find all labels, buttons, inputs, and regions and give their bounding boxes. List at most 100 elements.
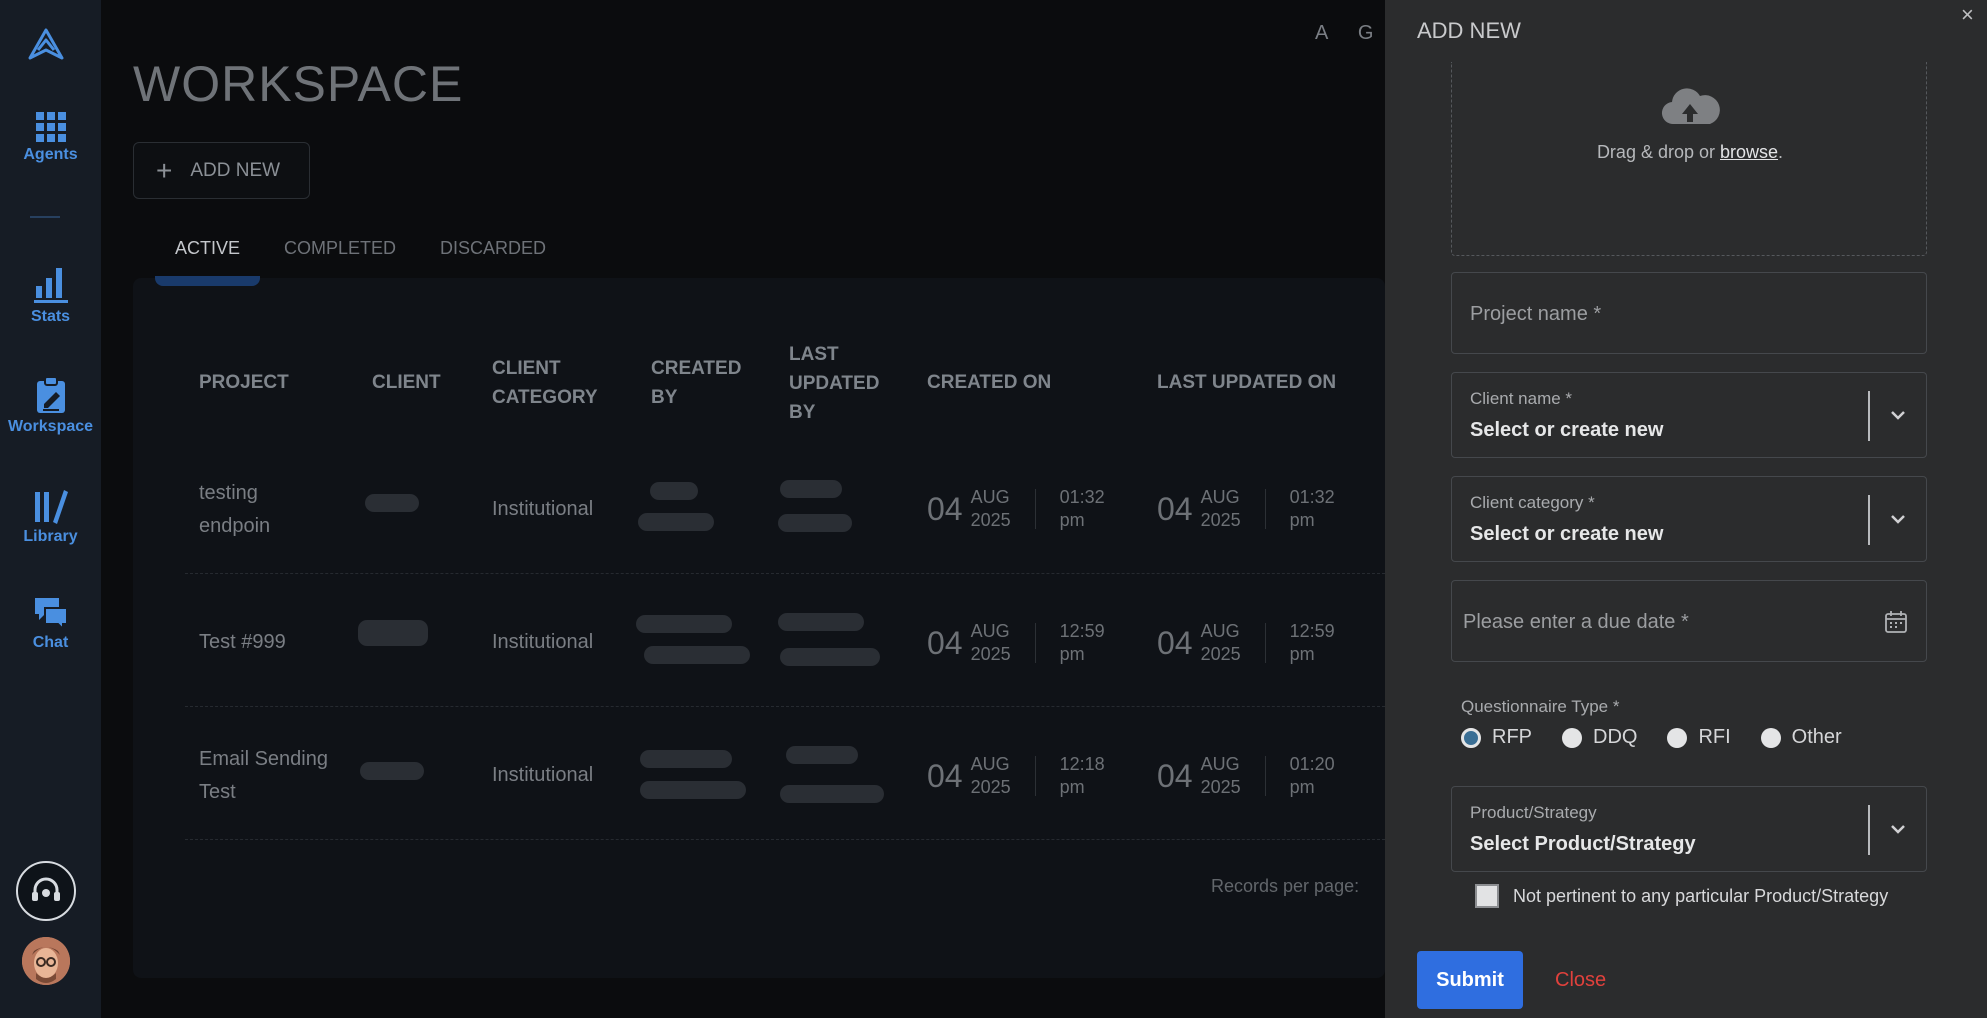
radio-other[interactable]: Other: [1760, 726, 1842, 749]
submit-button[interactable]: Submit: [1417, 951, 1523, 1009]
due-date-input[interactable]: Please enter a due date *: [1451, 580, 1927, 662]
date-ampm: pm: [1289, 777, 1315, 797]
client-name-value: Select or create new: [1470, 419, 1664, 441]
redacted-client: [358, 620, 428, 646]
date-time: 01:32: [1059, 487, 1105, 507]
chevron-down-icon[interactable]: [1888, 819, 1908, 839]
column-header-created-on[interactable]: CREATED ON: [927, 368, 1051, 397]
client-category-select[interactable]: Client category * Select or create new: [1451, 476, 1927, 562]
add-new-label: ADD NEW: [190, 159, 281, 181]
chevron-down-icon[interactable]: [1888, 509, 1908, 529]
calendar-icon[interactable]: [1884, 610, 1908, 634]
date-day: 04: [1157, 490, 1193, 527]
add-new-drawer: ADD NEW × Drag & drop or browse. Project…: [1385, 0, 1987, 1018]
sidebar-item-stats[interactable]: Stats: [0, 266, 101, 326]
date-day: 04: [927, 757, 963, 794]
redacted-created-by: [644, 646, 750, 664]
date-day: 04: [1157, 757, 1193, 794]
questionnaire-type-label: Questionnaire Type *: [1461, 697, 1620, 716]
date-month: AUG: [970, 487, 1010, 507]
date-ampm: pm: [1289, 510, 1315, 530]
radio-icon: [1667, 727, 1688, 748]
dropzone-label: Drag & drop or: [1596, 142, 1720, 162]
tab-active[interactable]: ACTIVE: [175, 238, 240, 259]
not-pertinent-checkbox[interactable]: [1475, 884, 1499, 908]
due-date-placeholder: Please enter a due date *: [1463, 611, 1689, 633]
radio-label: DDQ: [1593, 726, 1638, 748]
bar-chart-icon: [33, 268, 68, 303]
date-year: 2025: [970, 510, 1011, 530]
tab-discarded[interactable]: DISCARDED: [440, 238, 546, 259]
created-on-date: 04 AUG 2025 12:18 pm: [927, 753, 1105, 799]
date-year: 2025: [970, 777, 1011, 797]
redacted-created-by: [650, 482, 698, 500]
sidebar: Agents Stats Workspace Library Chat: [0, 0, 101, 1018]
column-header-project[interactable]: PROJECT: [199, 368, 289, 397]
date-month: AUG: [970, 754, 1010, 774]
avatar[interactable]: [22, 937, 70, 985]
date-day: 04: [927, 624, 963, 661]
redacted-created-by: [636, 615, 732, 633]
project-name-input[interactable]: Project name *: [1451, 272, 1927, 354]
questionnaire-type-radios: RFP DDQ RFI Other: [1461, 726, 1872, 749]
redacted-updated-by: [780, 480, 842, 498]
sidebar-item-workspace[interactable]: Workspace: [0, 376, 101, 436]
status-tabs: ACTIVE COMPLETED DISCARDED: [175, 238, 590, 259]
app-logo-icon[interactable]: [28, 28, 64, 62]
clipboard-icon: [36, 376, 65, 413]
close-icon[interactable]: ×: [1961, 2, 1974, 28]
plus-icon: +: [156, 154, 173, 186]
column-header-created-by[interactable]: CREATED BY: [651, 354, 761, 412]
client-name-select[interactable]: Client name * Select or create new: [1451, 372, 1927, 458]
user-avatar-icon: [22, 937, 70, 985]
tab-completed[interactable]: COMPLETED: [284, 238, 396, 259]
table-cell-project[interactable]: Test #999: [199, 626, 286, 659]
redacted-created-by: [640, 781, 746, 799]
created-on-date: 04 AUG 2025 01:32 pm: [927, 486, 1105, 532]
sidebar-item-agents[interactable]: Agents: [0, 112, 101, 164]
table-cell-category: Institutional: [492, 764, 594, 786]
column-header-client[interactable]: CLIENT: [372, 368, 441, 397]
column-header-client-category[interactable]: CLIENT CATEGORY: [492, 354, 602, 412]
last-updated-on-date: 04 AUG 2025 12:59 pm: [1157, 620, 1335, 666]
redacted-updated-by: [786, 746, 858, 764]
date-month: AUG: [1200, 487, 1240, 507]
radio-rfi[interactable]: RFI: [1667, 726, 1731, 749]
created-on-date: 04 AUG 2025 12:59 pm: [927, 620, 1105, 666]
date-year: 2025: [1200, 777, 1241, 797]
radio-label: Other: [1791, 726, 1842, 748]
radio-rfp[interactable]: RFP: [1461, 726, 1532, 749]
radio-ddq[interactable]: DDQ: [1562, 726, 1637, 749]
column-header-last-updated-on[interactable]: LAST UPDATED ON: [1157, 368, 1336, 397]
chevron-down-icon[interactable]: [1888, 405, 1908, 425]
column-header-last-updated-by[interactable]: LAST UPDATED BY: [789, 340, 889, 427]
client-category-label: Client category *: [1470, 493, 1595, 512]
sidebar-item-library[interactable]: Library: [0, 486, 101, 546]
date-ampm: pm: [1059, 510, 1085, 530]
close-button[interactable]: Close: [1555, 969, 1606, 992]
client-category-value: Select or create new: [1470, 523, 1664, 545]
not-pertinent-label[interactable]: Not pertinent to any particular Product/…: [1513, 886, 1888, 907]
not-pertinent-checkbox-row: Not pertinent to any particular Product/…: [1475, 884, 1888, 908]
page-title: WORKSPACE: [133, 56, 464, 112]
sidebar-item-label: Chat: [32, 634, 69, 651]
redacted-created-by: [638, 513, 714, 531]
table-cell-project[interactable]: testing endpoin: [199, 477, 309, 543]
table-cell-project[interactable]: Email Sending Test: [199, 743, 329, 809]
sidebar-item-chat[interactable]: Chat: [0, 596, 101, 652]
last-updated-on-date: 04 AUG 2025 01:20 pm: [1157, 753, 1335, 799]
redacted-client: [360, 762, 424, 780]
support-button[interactable]: [16, 861, 76, 921]
browse-link[interactable]: browse: [1720, 142, 1778, 162]
product-strategy-select[interactable]: Product/Strategy Select Product/Strategy: [1451, 786, 1927, 872]
file-dropzone[interactable]: Drag & drop or browse.: [1451, 62, 1927, 256]
radio-selected-icon: [1461, 727, 1481, 748]
date-ampm: pm: [1059, 777, 1085, 797]
date-month: AUG: [1200, 621, 1240, 641]
row-divider: [185, 839, 1385, 840]
date-day: 04: [1157, 624, 1193, 661]
add-new-button[interactable]: + ADD NEW: [133, 142, 310, 199]
date-year: 2025: [1200, 510, 1241, 530]
records-per-page-label: Records per page:: [1211, 876, 1360, 896]
top-letter: G: [1357, 22, 1374, 44]
